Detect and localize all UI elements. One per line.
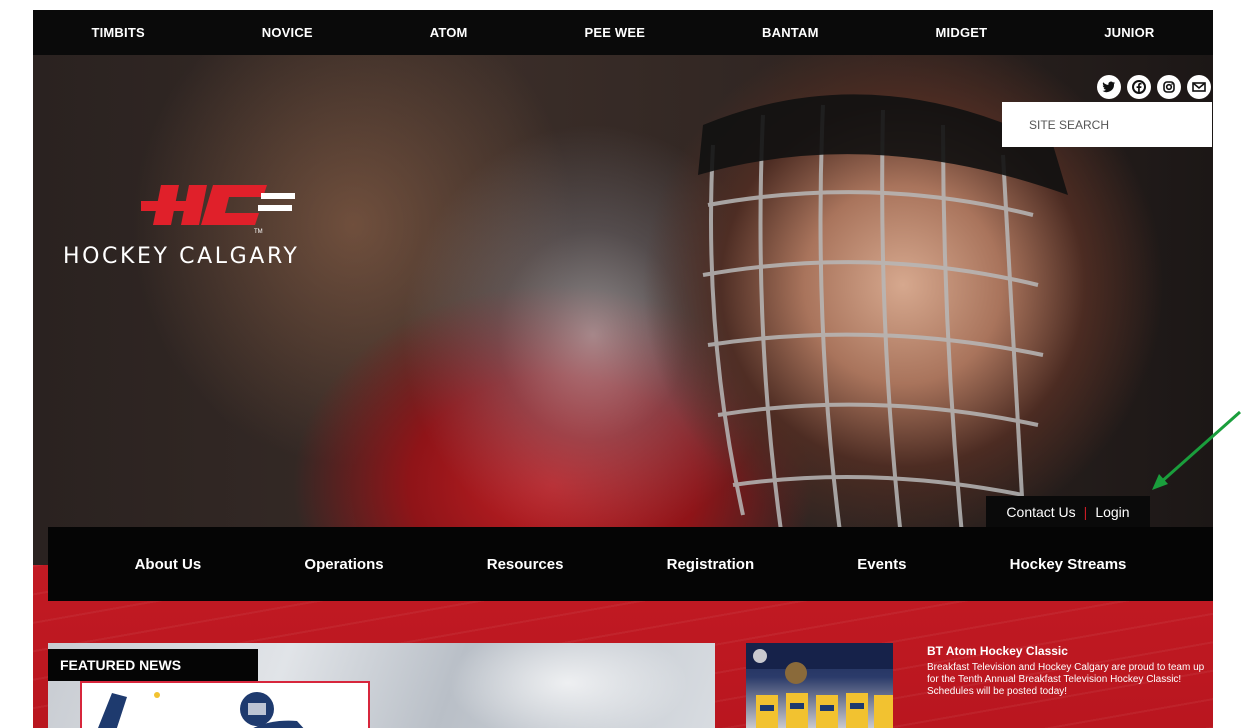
twitter-icon[interactable] xyxy=(1097,75,1121,99)
nav-events[interactable]: Events xyxy=(857,556,906,573)
hockey-calgary-logo[interactable]: TM HOCKEY CALGARY xyxy=(63,175,299,269)
nav-atom[interactable]: ATOM xyxy=(430,25,468,40)
nav-pee-wee[interactable]: PEE WEE xyxy=(585,25,646,40)
brand-name: HOCKEY CALGARY xyxy=(63,244,300,269)
hockey-player-graphic xyxy=(98,692,304,728)
nav-resources[interactable]: Resources xyxy=(487,556,564,573)
age-group-nav: TIMBITS NOVICE ATOM PEE WEE BANTAM MIDGE… xyxy=(33,10,1213,55)
nav-bantam[interactable]: BANTAM xyxy=(762,25,819,40)
nav-about-us[interactable]: About Us xyxy=(135,556,202,573)
instagram-icon[interactable] xyxy=(1157,75,1181,99)
news-thumbnail[interactable] xyxy=(746,643,893,728)
hero-photo-helmet-cage xyxy=(698,94,1068,556)
hero-banner: TM HOCKEY CALGARY Contact Us | Login xyxy=(33,55,1213,565)
facebook-icon[interactable] xyxy=(1127,75,1151,99)
utility-separator: | xyxy=(1083,504,1088,520)
news-body: Breakfast Television and Hockey Calgary … xyxy=(927,662,1205,697)
login-link[interactable]: Login xyxy=(1095,504,1129,520)
contact-us-link[interactable]: Contact Us xyxy=(1006,504,1075,520)
nav-operations[interactable]: Operations xyxy=(304,556,383,573)
trademark-symbol: TM xyxy=(254,229,263,235)
utility-links: Contact Us | Login xyxy=(986,496,1150,528)
nav-midget[interactable]: MIDGET xyxy=(936,25,988,40)
nav-junior[interactable]: JUNIOR xyxy=(1104,25,1154,40)
nav-novice[interactable]: NOVICE xyxy=(262,25,313,40)
news-title[interactable]: BT Atom Hockey Classic xyxy=(927,644,1217,658)
hc-logo-mark: TM xyxy=(138,185,295,235)
featured-news-image[interactable] xyxy=(80,681,370,728)
nav-timbits[interactable]: TIMBITS xyxy=(91,25,144,40)
nav-registration[interactable]: Registration xyxy=(667,556,755,573)
nav-hockey-streams[interactable]: Hockey Streams xyxy=(1010,556,1127,573)
featured-news-label: FEATURED NEWS xyxy=(48,649,258,681)
news-item: BT Atom Hockey Classic Breakfast Televis… xyxy=(927,644,1217,698)
email-icon[interactable] xyxy=(1187,75,1211,99)
featured-news-panel[interactable]: FEATURED NEWS xyxy=(48,643,715,728)
team-photo xyxy=(746,643,893,728)
site-search-input[interactable] xyxy=(1002,102,1212,147)
social-links xyxy=(1097,75,1211,99)
main-nav: About Us Operations Resources Registrati… xyxy=(48,527,1213,601)
